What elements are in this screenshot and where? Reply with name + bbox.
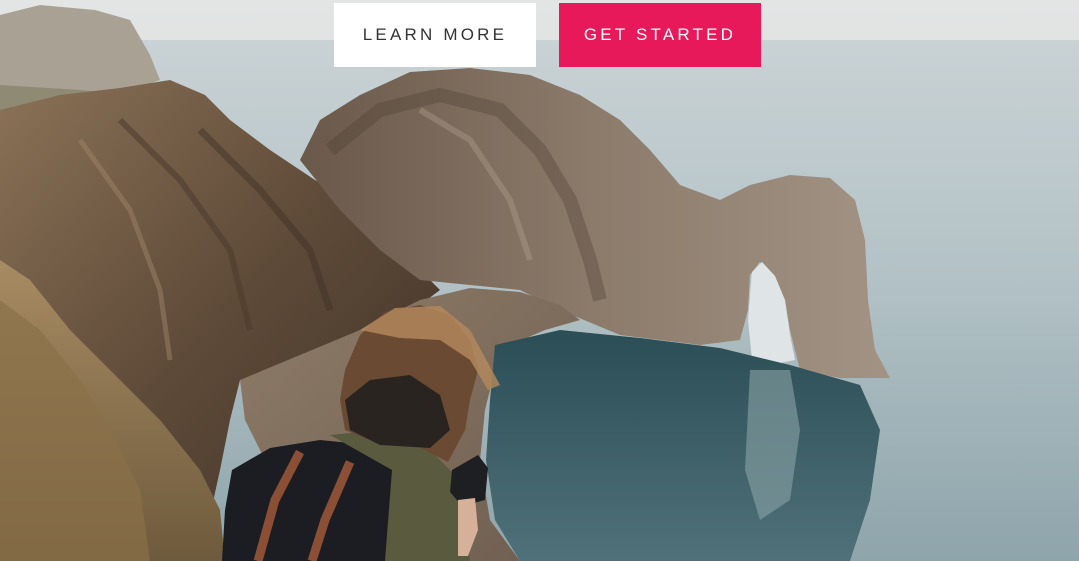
get-started-button[interactable]: GET STARTED bbox=[559, 3, 761, 67]
hero-section: LEARN MORE GET STARTED bbox=[0, 0, 1079, 561]
learn-more-button[interactable]: LEARN MORE bbox=[334, 3, 536, 67]
cta-button-row: LEARN MORE GET STARTED bbox=[334, 3, 761, 67]
hero-background-image bbox=[0, 0, 1079, 561]
